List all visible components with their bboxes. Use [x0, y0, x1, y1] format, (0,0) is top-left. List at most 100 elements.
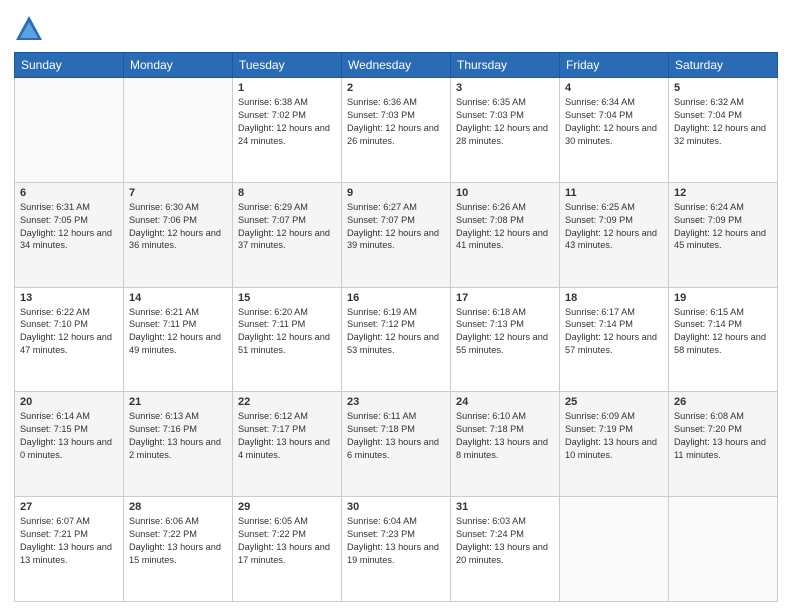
calendar-week-row: 20 Sunrise: 6:14 AM Sunset: 7:15 PM Dayli… [15, 392, 778, 497]
calendar-cell: 6 Sunrise: 6:31 AM Sunset: 7:05 PM Daylig… [15, 182, 124, 287]
day-number: 21 [129, 396, 227, 408]
calendar-cell [124, 78, 233, 183]
calendar-cell: 5 Sunrise: 6:32 AM Sunset: 7:04 PM Daylig… [669, 78, 778, 183]
day-header-saturday: Saturday [669, 53, 778, 78]
calendar-cell: 31 Sunrise: 6:03 AM Sunset: 7:24 PM Dayli… [451, 497, 560, 602]
cell-content: Sunrise: 6:15 AM Sunset: 7:14 PM Dayligh… [674, 306, 772, 358]
day-header-wednesday: Wednesday [342, 53, 451, 78]
cell-content: Sunrise: 6:32 AM Sunset: 7:04 PM Dayligh… [674, 96, 772, 148]
cell-content: Sunrise: 6:09 AM Sunset: 7:19 PM Dayligh… [565, 410, 663, 462]
cell-content: Sunrise: 6:10 AM Sunset: 7:18 PM Dayligh… [456, 410, 554, 462]
day-number: 1 [238, 82, 336, 94]
calendar-cell: 9 Sunrise: 6:27 AM Sunset: 7:07 PM Daylig… [342, 182, 451, 287]
day-number: 28 [129, 501, 227, 513]
day-number: 8 [238, 187, 336, 199]
cell-content: Sunrise: 6:34 AM Sunset: 7:04 PM Dayligh… [565, 96, 663, 148]
day-number: 18 [565, 292, 663, 304]
header [14, 10, 778, 44]
day-number: 6 [20, 187, 118, 199]
calendar-cell: 19 Sunrise: 6:15 AM Sunset: 7:14 PM Dayli… [669, 287, 778, 392]
logo-icon [14, 14, 44, 44]
calendar-cell: 14 Sunrise: 6:21 AM Sunset: 7:11 PM Dayli… [124, 287, 233, 392]
cell-content: Sunrise: 6:06 AM Sunset: 7:22 PM Dayligh… [129, 515, 227, 567]
page: SundayMondayTuesdayWednesdayThursdayFrid… [0, 0, 792, 612]
day-number: 14 [129, 292, 227, 304]
cell-content: Sunrise: 6:08 AM Sunset: 7:20 PM Dayligh… [674, 410, 772, 462]
day-number: 31 [456, 501, 554, 513]
calendar-cell: 22 Sunrise: 6:12 AM Sunset: 7:17 PM Dayli… [233, 392, 342, 497]
calendar-cell: 13 Sunrise: 6:22 AM Sunset: 7:10 PM Dayli… [15, 287, 124, 392]
calendar-cell: 27 Sunrise: 6:07 AM Sunset: 7:21 PM Dayli… [15, 497, 124, 602]
cell-content: Sunrise: 6:24 AM Sunset: 7:09 PM Dayligh… [674, 201, 772, 253]
day-number: 10 [456, 187, 554, 199]
cell-content: Sunrise: 6:12 AM Sunset: 7:17 PM Dayligh… [238, 410, 336, 462]
day-number: 22 [238, 396, 336, 408]
calendar-cell: 16 Sunrise: 6:19 AM Sunset: 7:12 PM Dayli… [342, 287, 451, 392]
calendar-cell: 4Sunrise: 6:34 AM Sunset: 7:04 PM Daylig… [560, 78, 669, 183]
calendar-cell: 29Sunrise: 6:05 AM Sunset: 7:22 PM Dayli… [233, 497, 342, 602]
calendar-cell: 11 Sunrise: 6:25 AM Sunset: 7:09 PM Dayli… [560, 182, 669, 287]
day-number: 27 [20, 501, 118, 513]
cell-content: Sunrise: 6:19 AM Sunset: 7:12 PM Dayligh… [347, 306, 445, 358]
calendar-cell: 25 Sunrise: 6:09 AM Sunset: 7:19 PM Dayli… [560, 392, 669, 497]
day-header-sunday: Sunday [15, 53, 124, 78]
day-header-tuesday: Tuesday [233, 53, 342, 78]
cell-content: Sunrise: 6:04 AM Sunset: 7:23 PM Dayligh… [347, 515, 445, 567]
cell-content: Sunrise: 6:21 AM Sunset: 7:11 PM Dayligh… [129, 306, 227, 358]
calendar-header-row: SundayMondayTuesdayWednesdayThursdayFrid… [15, 53, 778, 78]
calendar-cell: 2Sunrise: 6:36 AM Sunset: 7:03 PM Daylig… [342, 78, 451, 183]
day-number: 25 [565, 396, 663, 408]
day-number: 20 [20, 396, 118, 408]
calendar-week-row: 1 Sunrise: 6:38 AM Sunset: 7:02 PM Daylig… [15, 78, 778, 183]
day-number: 3 [456, 82, 554, 94]
day-number: 15 [238, 292, 336, 304]
cell-content: Sunrise: 6:35 AM Sunset: 7:03 PM Dayligh… [456, 96, 554, 148]
cell-content: Sunrise: 6:27 AM Sunset: 7:07 PM Dayligh… [347, 201, 445, 253]
day-number: 2 [347, 82, 445, 94]
cell-content: Sunrise: 6:22 AM Sunset: 7:10 PM Dayligh… [20, 306, 118, 358]
day-header-thursday: Thursday [451, 53, 560, 78]
cell-content: Sunrise: 6:38 AM Sunset: 7:02 PM Dayligh… [238, 96, 336, 148]
cell-content: Sunrise: 6:13 AM Sunset: 7:16 PM Dayligh… [129, 410, 227, 462]
cell-content: Sunrise: 6:03 AM Sunset: 7:24 PM Dayligh… [456, 515, 554, 567]
day-number: 11 [565, 187, 663, 199]
calendar-table: SundayMondayTuesdayWednesdayThursdayFrid… [14, 52, 778, 602]
calendar-cell: 24Sunrise: 6:10 AM Sunset: 7:18 PM Dayli… [451, 392, 560, 497]
calendar-cell: 12 Sunrise: 6:24 AM Sunset: 7:09 PM Dayli… [669, 182, 778, 287]
day-number: 23 [347, 396, 445, 408]
day-number: 30 [347, 501, 445, 513]
cell-content: Sunrise: 6:14 AM Sunset: 7:15 PM Dayligh… [20, 410, 118, 462]
calendar-cell [15, 78, 124, 183]
calendar-cell: 10 Sunrise: 6:26 AM Sunset: 7:08 PM Dayli… [451, 182, 560, 287]
day-number: 17 [456, 292, 554, 304]
cell-content: Sunrise: 6:30 AM Sunset: 7:06 PM Dayligh… [129, 201, 227, 253]
calendar-week-row: 6 Sunrise: 6:31 AM Sunset: 7:05 PM Daylig… [15, 182, 778, 287]
calendar-cell: 7Sunrise: 6:30 AM Sunset: 7:06 PM Daylig… [124, 182, 233, 287]
cell-content: Sunrise: 6:07 AM Sunset: 7:21 PM Dayligh… [20, 515, 118, 567]
cell-content: Sunrise: 6:26 AM Sunset: 7:08 PM Dayligh… [456, 201, 554, 253]
calendar-cell: 8Sunrise: 6:29 AM Sunset: 7:07 PM Daylig… [233, 182, 342, 287]
day-number: 9 [347, 187, 445, 199]
calendar-cell: 18Sunrise: 6:17 AM Sunset: 7:14 PM Dayli… [560, 287, 669, 392]
calendar-cell: 3 Sunrise: 6:35 AM Sunset: 7:03 PM Daylig… [451, 78, 560, 183]
cell-content: Sunrise: 6:11 AM Sunset: 7:18 PM Dayligh… [347, 410, 445, 462]
cell-content: Sunrise: 6:25 AM Sunset: 7:09 PM Dayligh… [565, 201, 663, 253]
calendar-cell: 28 Sunrise: 6:06 AM Sunset: 7:22 PM Dayli… [124, 497, 233, 602]
day-number: 5 [674, 82, 772, 94]
calendar-week-row: 27 Sunrise: 6:07 AM Sunset: 7:21 PM Dayli… [15, 497, 778, 602]
day-number: 19 [674, 292, 772, 304]
calendar-cell [560, 497, 669, 602]
day-number: 12 [674, 187, 772, 199]
day-header-monday: Monday [124, 53, 233, 78]
calendar-cell: 1 Sunrise: 6:38 AM Sunset: 7:02 PM Daylig… [233, 78, 342, 183]
calendar-week-row: 13 Sunrise: 6:22 AM Sunset: 7:10 PM Dayli… [15, 287, 778, 392]
day-number: 16 [347, 292, 445, 304]
day-number: 13 [20, 292, 118, 304]
logo [14, 14, 48, 44]
day-header-friday: Friday [560, 53, 669, 78]
calendar-cell: 23 Sunrise: 6:11 AM Sunset: 7:18 PM Dayli… [342, 392, 451, 497]
cell-content: Sunrise: 6:31 AM Sunset: 7:05 PM Dayligh… [20, 201, 118, 253]
day-number: 29 [238, 501, 336, 513]
calendar-cell [669, 497, 778, 602]
day-number: 26 [674, 396, 772, 408]
